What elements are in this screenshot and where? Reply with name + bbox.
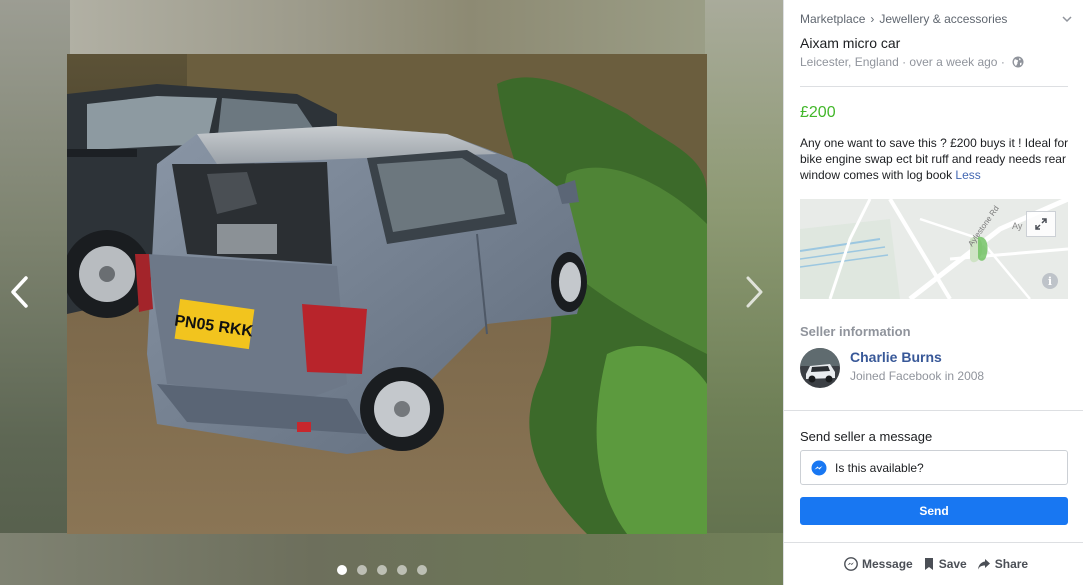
description-text: Any one want to save this ? £200 buys it…	[800, 136, 1069, 182]
expand-icon	[1035, 218, 1047, 230]
breadcrumb: Marketplace › Jewellery & accessories	[800, 12, 1070, 26]
breadcrumb-separator: ›	[870, 12, 875, 26]
breadcrumb-marketplace[interactable]: Marketplace	[800, 12, 865, 26]
meta-separator-2: ·	[997, 55, 1009, 69]
map-expand-button[interactable]	[1026, 211, 1056, 237]
chevron-down-icon[interactable]	[1061, 13, 1073, 25]
listing-posted-time: over a week ago	[909, 55, 998, 69]
messenger-icon	[811, 460, 827, 475]
blurred-backdrop-bottom	[0, 533, 783, 585]
action-bar: Message Save Share	[844, 557, 1028, 571]
seller-information-heading: Seller information	[800, 324, 911, 339]
chevron-right-icon	[746, 276, 763, 308]
photo-pagination	[337, 565, 427, 575]
share-icon	[977, 559, 990, 570]
photo-dot-5[interactable]	[417, 565, 427, 575]
listing-location[interactable]: Leicester, England	[800, 55, 899, 69]
message-action-button[interactable]: Message	[844, 557, 913, 571]
divider	[784, 542, 1083, 543]
send-message-heading: Send seller a message	[800, 429, 933, 444]
listing-description: Any one want to save this ? £200 buys it…	[800, 135, 1070, 183]
photo-dot-3[interactable]	[377, 565, 387, 575]
previous-photo-button[interactable]	[0, 272, 40, 312]
divider	[784, 410, 1083, 411]
listing-details-panel: Marketplace › Jewellery & accessories Ai…	[783, 0, 1083, 585]
chevron-left-icon	[11, 276, 28, 308]
save-bookmark-icon	[924, 558, 933, 570]
listing-price: £200	[800, 104, 836, 121]
location-map[interactable]: Aylestone Rd Ay i	[800, 199, 1068, 299]
photo-viewer: PN05 RKK	[0, 0, 783, 585]
share-action-label: Share	[994, 557, 1029, 571]
listing-title: Aixam micro car	[800, 35, 901, 51]
send-button[interactable]: Send	[800, 497, 1068, 525]
photo-dot-2[interactable]	[357, 565, 367, 575]
seller-name-link[interactable]: Charlie Burns	[850, 349, 942, 365]
save-action-label: Save	[938, 557, 967, 571]
info-icon[interactable]: i	[1042, 273, 1058, 289]
message-action-label: Message	[862, 557, 913, 571]
map-place-label: Ay	[1012, 221, 1023, 231]
show-less-link[interactable]: Less	[955, 168, 980, 182]
share-action-button[interactable]: Share	[977, 557, 1028, 571]
meta-separator: ·	[898, 55, 910, 69]
save-action-button[interactable]: Save	[923, 557, 967, 571]
seller-joined-date: Joined Facebook in 2008	[850, 369, 985, 383]
divider	[800, 86, 1068, 87]
message-input-container[interactable]	[800, 450, 1068, 485]
listing-photo: PN05 RKK	[67, 54, 707, 534]
blurred-backdrop-top	[0, 0, 783, 54]
next-photo-button[interactable]	[734, 272, 774, 312]
photo-dot-4[interactable]	[397, 565, 407, 575]
listing-meta: Leicester, England · over a week ago ·	[800, 55, 1024, 69]
globe-icon	[1012, 56, 1024, 68]
breadcrumb-category[interactable]: Jewellery & accessories	[879, 12, 1007, 26]
messenger-icon	[844, 557, 858, 571]
seller-avatar[interactable]	[800, 348, 840, 388]
message-input[interactable]	[835, 460, 1055, 475]
photo-dot-1[interactable]	[337, 565, 347, 575]
